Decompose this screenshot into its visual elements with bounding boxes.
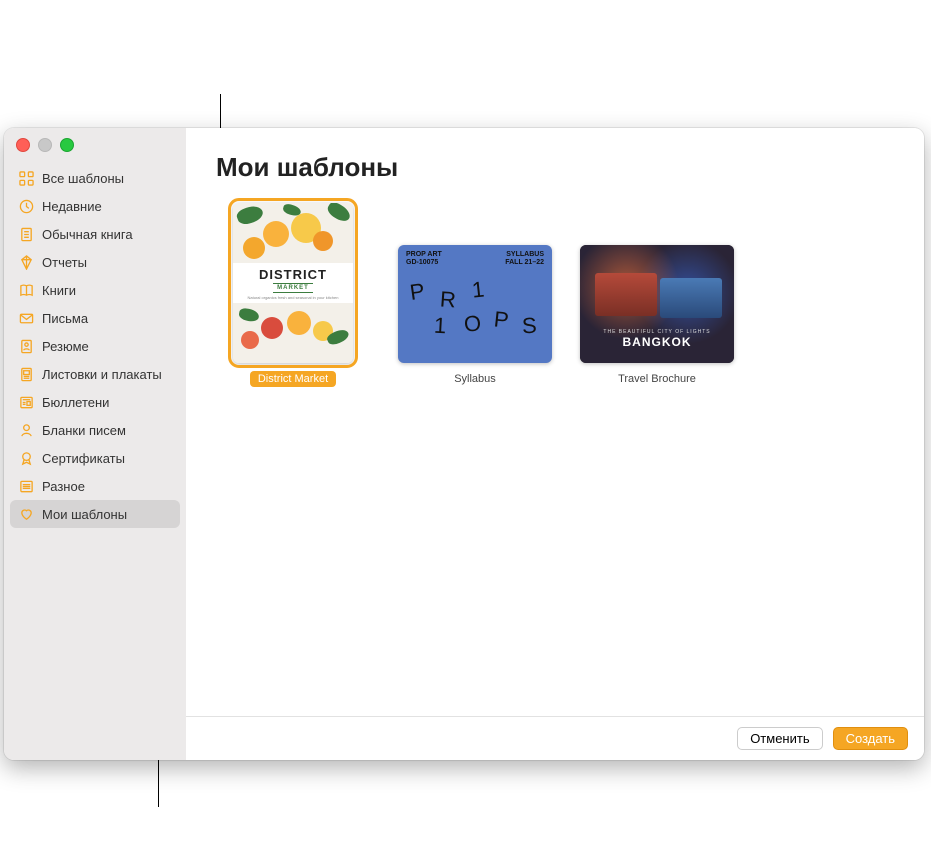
sidebar-item-label: Все шаблоны [42, 171, 124, 186]
person-card-icon [18, 422, 34, 438]
clock-icon [18, 198, 34, 214]
template-label: Travel Brochure [610, 371, 704, 387]
sidebar-item-label: Письма [42, 311, 88, 326]
sidebar-item-certificates[interactable]: Сертификаты [4, 444, 186, 472]
template-thumbnail: DISTRICT MARKET Natural organics fresh a… [233, 203, 353, 363]
sidebar-list: Все шаблоны Недавние Обычная книга Отчет… [4, 160, 186, 532]
thumb-text: BANGKOK [580, 335, 734, 349]
main-header: Мои шаблоны [186, 128, 924, 189]
template-label: Syllabus [446, 371, 504, 387]
poster-icon [18, 366, 34, 382]
template-syllabus[interactable]: PROP ART GD-10075 SYLLABUS FALL 21–22 P … [398, 203, 552, 387]
sidebar-item-label: Листовки и плакаты [42, 367, 162, 382]
cancel-button[interactable]: Отменить [737, 727, 822, 750]
sidebar-item-label: Резюме [42, 339, 89, 354]
sidebar-item-label: Бюллетени [42, 395, 109, 410]
sidebar-item-newsletters[interactable]: Бюллетени [4, 388, 186, 416]
template-thumbnail: THE BEAUTIFUL CITY OF LIGHTS BANGKOK [580, 245, 734, 363]
thumb-title-text: DISTRICT [259, 267, 327, 282]
main-panel: Мои шаблоны DISTRICT [186, 128, 924, 760]
sidebar-item-label: Разное [42, 479, 85, 494]
sidebar-item-all-templates[interactable]: Все шаблоны [4, 164, 186, 192]
sidebar-item-label: Бланки писем [42, 423, 126, 438]
template-label: District Market [250, 371, 336, 387]
sidebar-item-misc[interactable]: Разное [4, 472, 186, 500]
page-title: Мои шаблоны [216, 152, 894, 183]
sidebar-item-my-templates[interactable]: Мои шаблоны [10, 500, 180, 528]
sidebar-item-label: Обычная книга [42, 227, 133, 242]
thumb-subtitle-text: MARKET [273, 283, 313, 293]
grid-icon [18, 170, 34, 186]
sidebar-item-stationery[interactable]: Бланки писем [4, 416, 186, 444]
news-icon [18, 394, 34, 410]
sidebar-item-reports[interactable]: Отчеты [4, 248, 186, 276]
minimize-window-button[interactable] [38, 138, 52, 152]
sidebar-item-flyers-posters[interactable]: Листовки и плакаты [4, 360, 186, 388]
doc-icon [18, 226, 34, 242]
sidebar-item-recents[interactable]: Недавние [4, 192, 186, 220]
book-icon [18, 282, 34, 298]
window-controls [4, 128, 186, 160]
sidebar-item-resumes[interactable]: Резюме [4, 332, 186, 360]
zoom-window-button[interactable] [60, 138, 74, 152]
sidebar-item-label: Сертификаты [42, 451, 125, 466]
sidebar-item-label: Недавние [42, 199, 102, 214]
list-icon [18, 478, 34, 494]
template-thumbnail: PROP ART GD-10075 SYLLABUS FALL 21–22 P … [398, 245, 552, 363]
sidebar-item-label: Книги [42, 283, 76, 298]
footer-bar: Отменить Создать [186, 717, 924, 760]
sidebar-item-books[interactable]: Книги [4, 276, 186, 304]
person-doc-icon [18, 338, 34, 354]
sidebar-item-letters[interactable]: Письма [4, 304, 186, 332]
ribbon-icon [18, 450, 34, 466]
close-window-button[interactable] [16, 138, 30, 152]
heart-icon [18, 506, 34, 522]
thumb-letters: P R 1 1 O P S [398, 245, 552, 363]
templates-grid: DISTRICT MARKET Natural organics fresh a… [186, 189, 924, 717]
thumb-tagline-text: Natural organics fresh and seasonal in y… [248, 295, 339, 300]
template-district-market[interactable]: DISTRICT MARKET Natural organics fresh a… [216, 203, 370, 387]
template-chooser-window: Все шаблоны Недавние Обычная книга Отчет… [4, 128, 924, 760]
sidebar-item-label: Отчеты [42, 255, 87, 270]
sidebar-item-basic-book[interactable]: Обычная книга [4, 220, 186, 248]
template-travel-brochure[interactable]: THE BEAUTIFUL CITY OF LIGHTS BANGKOK Tra… [580, 203, 734, 387]
sidebar-item-label: Мои шаблоны [42, 507, 127, 522]
crystal-icon [18, 254, 34, 270]
create-button[interactable]: Создать [833, 727, 908, 750]
envelope-icon [18, 310, 34, 326]
sidebar: Все шаблоны Недавние Обычная книга Отчет… [4, 128, 186, 760]
